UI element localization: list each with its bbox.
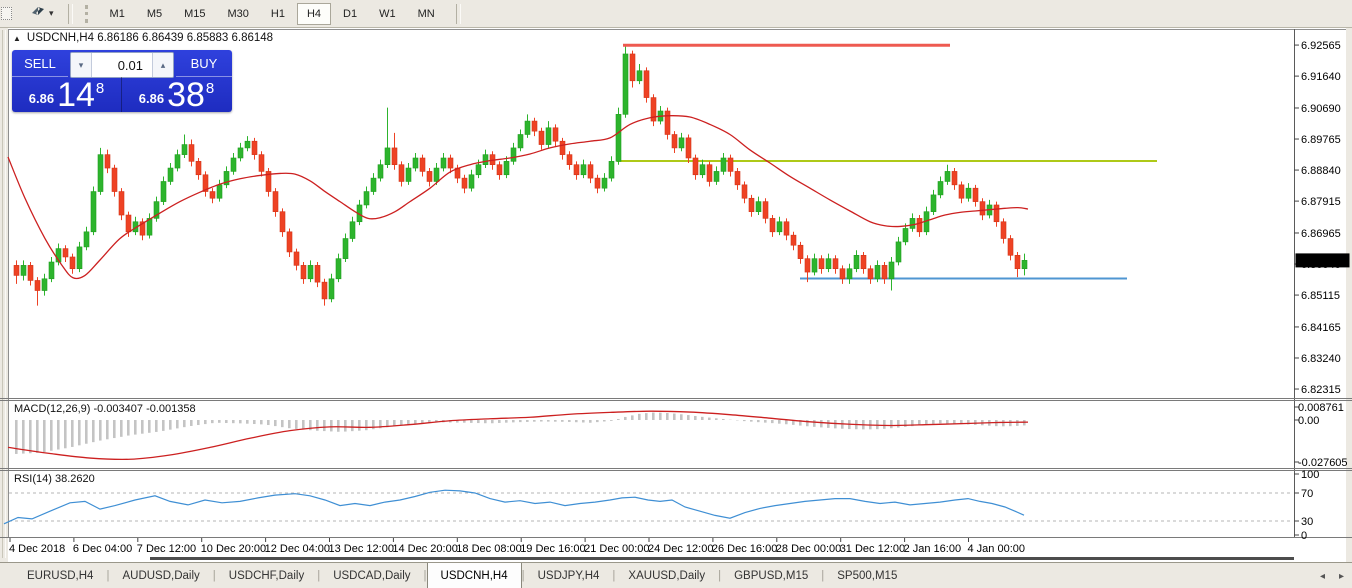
mt4-window: ▾ M1M5M15M30H1H4D1W1MN 6.925656.916406.9… <box>0 0 1352 588</box>
svg-text:100: 100 <box>1301 469 1319 481</box>
tab-xauusd-daily[interactable]: XAUUSD,Daily <box>615 563 718 588</box>
h-scrollbar-thumb[interactable] <box>150 557 1294 560</box>
svg-text:6 Dec 04:00: 6 Dec 04:00 <box>73 543 132 555</box>
toolbar: ▾ M1M5M15M30H1H4D1W1MN <box>0 0 1352 28</box>
tab-scroll-left-icon[interactable]: ◂ <box>1320 571 1325 582</box>
svg-text:6.89765: 6.89765 <box>1301 134 1341 146</box>
timeframe-m15[interactable]: M15 <box>174 3 215 25</box>
current-price-badge: 6.86148 <box>1296 253 1350 267</box>
timeframe-w1[interactable]: W1 <box>369 3 406 25</box>
svg-text:6.83240: 6.83240 <box>1301 353 1341 365</box>
chevron-down-icon[interactable]: ▾ <box>49 8 54 19</box>
symbol-tabbar: EURUSD,H4|AUDUSD,Daily|USDCHF,Daily|USDC… <box>0 562 1352 588</box>
chart-area: 6.92565 6.91640 6.90690 6.89765 6.88840 6.879… <box>0 28 1352 562</box>
timeframe-h4[interactable]: H4 <box>297 3 331 25</box>
svg-text:0.008761: 0.008761 <box>1298 402 1344 414</box>
svg-text:6.87915: 6.87915 <box>1301 196 1341 208</box>
svg-text:0.00: 0.00 <box>1298 415 1319 427</box>
svg-text:12 Dec 04:00: 12 Dec 04:00 <box>265 543 330 555</box>
svg-text:6.86965: 6.86965 <box>1301 228 1341 240</box>
toolbar-separator-2 <box>456 4 461 24</box>
tabs-container: EURUSD,H4|AUDUSD,Daily|USDCHF,Daily|USDC… <box>14 563 910 588</box>
tab-usdcnh-h4[interactable]: USDCNH,H4 <box>427 563 522 588</box>
chart-title: ▲ USDCNH,H4 6.86186 6.86439 6.85883 6.86… <box>13 32 273 44</box>
volume-decrease-button[interactable]: ▾ <box>71 53 92 77</box>
tab-usdcad-daily[interactable]: USDCAD,Daily <box>320 563 423 588</box>
chart-title-text: USDCNH,H4 6.86186 6.86439 6.85883 6.8614… <box>27 32 273 44</box>
svg-text:18 Dec 08:00: 18 Dec 08:00 <box>456 543 521 555</box>
svg-text:4 Jan 00:00: 4 Jan 00:00 <box>968 543 1026 555</box>
svg-text:10 Dec 20:00: 10 Dec 20:00 <box>201 543 266 555</box>
tab-sp500-m15[interactable]: SP500,M15 <box>824 563 910 588</box>
buy-price[interactable]: 6.86 38 8 <box>122 77 231 112</box>
sell-price-prefix: 6.86 <box>29 91 54 106</box>
timeframe-buttons: M1M5M15M30H1H4D1W1MN <box>99 3 446 25</box>
one-click-trading-panel: SELL ▾ ▴ BUY 6.86 14 8 6.86 38 8 <box>12 50 232 112</box>
rsi-label: RSI(14) 38.2620 <box>14 473 95 485</box>
timeframe-m5[interactable]: M5 <box>137 3 172 25</box>
toolbar-separator <box>68 4 73 24</box>
tab-scroll-controls: ◂ ▸ <box>1320 563 1344 588</box>
sell-price[interactable]: 6.86 14 8 <box>12 77 122 112</box>
timeframe-mn[interactable]: MN <box>408 3 445 25</box>
tab-audusd-daily[interactable]: AUDUSD,Daily <box>109 563 212 588</box>
volume-input[interactable] <box>92 53 152 77</box>
svg-text:6.82315: 6.82315 <box>1301 384 1341 396</box>
svg-text:2 Jan 16:00: 2 Jan 16:00 <box>904 543 962 555</box>
sell-button[interactable]: SELL <box>12 50 68 77</box>
svg-text:6.86148: 6.86148 <box>1299 255 1339 267</box>
volume-stepper: ▾ ▴ <box>70 52 174 78</box>
svg-text:6.90690: 6.90690 <box>1301 103 1341 115</box>
tab-scroll-right-icon[interactable]: ▸ <box>1339 571 1344 582</box>
panel-collapse-arrow[interactable]: ▲ <box>13 34 21 43</box>
svg-text:6.88840: 6.88840 <box>1301 165 1341 177</box>
sell-price-sup: 8 <box>96 80 104 97</box>
svg-text:30: 30 <box>1301 516 1313 528</box>
svg-text:7 Dec 12:00: 7 Dec 12:00 <box>137 543 196 555</box>
timeframe-h1[interactable]: H1 <box>261 3 295 25</box>
svg-text:6.84165: 6.84165 <box>1301 322 1341 334</box>
svg-text:70: 70 <box>1301 488 1313 500</box>
svg-text:-0.027605: -0.027605 <box>1298 457 1348 469</box>
macd-label: MACD(12,26,9) -0.003407 -0.001358 <box>14 403 196 415</box>
sell-price-big: 14 <box>57 80 95 110</box>
svg-text:13 Dec 12:00: 13 Dec 12:00 <box>329 543 394 555</box>
timeframe-d1[interactable]: D1 <box>333 3 367 25</box>
volume-increase-button[interactable]: ▴ <box>152 53 173 77</box>
toolbar-grip[interactable] <box>85 5 91 23</box>
svg-text:21 Dec 00:00: 21 Dec 00:00 <box>584 543 649 555</box>
tab-eurusd-h4[interactable]: EURUSD,H4 <box>14 563 106 588</box>
tab-usdchf-daily[interactable]: USDCHF,Daily <box>216 563 317 588</box>
timeframe-m30[interactable]: M30 <box>218 3 259 25</box>
tabbar-left-pad <box>0 563 14 588</box>
order-arrows-icon <box>30 4 46 23</box>
tab-gbpusd-m15[interactable]: GBPUSD,M15 <box>721 563 821 588</box>
timeframe-m1[interactable]: M1 <box>100 3 135 25</box>
tab-usdjpy-h4[interactable]: USDJPY,H4 <box>525 563 613 588</box>
svg-text:28 Dec 00:00: 28 Dec 00:00 <box>776 543 841 555</box>
svg-text:6.92565: 6.92565 <box>1301 40 1341 52</box>
svg-text:26 Dec 16:00: 26 Dec 16:00 <box>712 543 777 555</box>
buy-button[interactable]: BUY <box>176 50 232 77</box>
buy-price-big: 38 <box>167 80 205 110</box>
buy-price-prefix: 6.86 <box>139 91 164 106</box>
svg-text:24 Dec 12:00: 24 Dec 12:00 <box>648 543 713 555</box>
buy-price-sup: 8 <box>206 80 214 97</box>
svg-text:6.91640: 6.91640 <box>1301 71 1341 83</box>
svg-text:4 Dec 2018: 4 Dec 2018 <box>9 543 65 555</box>
new-order-button[interactable]: ▾ <box>26 1 58 26</box>
marquee-icon[interactable] <box>1 7 12 20</box>
svg-text:0: 0 <box>1301 530 1307 542</box>
svg-text:19 Dec 16:00: 19 Dec 16:00 <box>520 543 585 555</box>
svg-text:6.85115: 6.85115 <box>1301 290 1340 302</box>
svg-text:31 Dec 12:00: 31 Dec 12:00 <box>840 543 905 555</box>
svg-text:14 Dec 20:00: 14 Dec 20:00 <box>392 543 457 555</box>
